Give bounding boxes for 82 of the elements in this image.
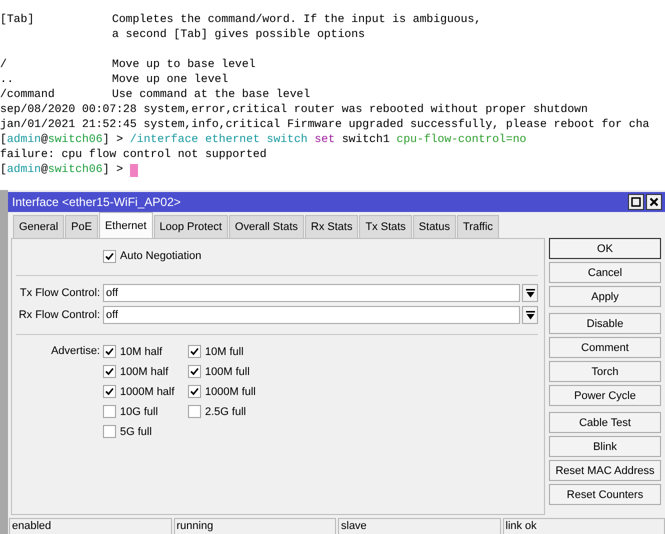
checkbox-label: 1000M half xyxy=(120,386,174,398)
terminal-text: /interface ethernet switch xyxy=(130,133,309,148)
dialog-button[interactable]: Apply xyxy=(549,286,661,307)
checkbox[interactable] xyxy=(103,365,116,378)
checkbox[interactable] xyxy=(188,345,201,358)
dialog-button[interactable]: Cancel xyxy=(549,262,661,283)
checkbox[interactable] xyxy=(188,365,201,378)
dialog-button[interactable]: Reset Counters xyxy=(549,484,661,505)
close-icon[interactable] xyxy=(646,194,662,210)
status-cell: link ok xyxy=(502,518,665,534)
checkbox[interactable] xyxy=(103,250,116,262)
terminal-text: @ xyxy=(41,133,48,148)
terminal-text: [ xyxy=(0,133,7,148)
terminal-text: @ xyxy=(41,163,48,178)
tab[interactable]: Rx Stats xyxy=(304,215,358,238)
tab[interactable]: PoE xyxy=(65,215,98,238)
tab[interactable]: Tx Stats xyxy=(359,215,412,238)
dropdown-button[interactable] xyxy=(522,306,538,324)
terminal-text: set xyxy=(314,133,335,148)
status-cell: enabled xyxy=(9,518,172,534)
command-key: .. xyxy=(0,73,112,88)
status-cell: slave xyxy=(338,518,500,534)
checkbox-label: 10G full xyxy=(120,406,158,418)
status-cell: running xyxy=(174,518,336,534)
terminal-text: switch06 xyxy=(48,133,103,148)
dialog-button[interactable]: Cable Test xyxy=(549,412,661,433)
tab[interactable]: Status xyxy=(412,215,456,238)
help-text: a second [Tab] gives possible options xyxy=(112,28,366,43)
window-title: Interface <ether15-WiFi_AP02> xyxy=(12,195,181,209)
terminal-text: admin xyxy=(6,133,42,148)
dialog-button[interactable]: Torch xyxy=(549,361,661,382)
dialog-button[interactable]: Comment xyxy=(549,337,661,358)
help-text: Move up one level xyxy=(112,73,228,88)
checkbox-label: 100M full xyxy=(205,366,250,378)
checkbox-label: Auto Negotiation xyxy=(120,250,202,262)
dialog-button[interactable]: OK xyxy=(549,238,661,259)
command-key: [Tab] xyxy=(0,13,112,43)
dropdown-button[interactable] xyxy=(522,284,538,302)
dropdown-arrow-icon xyxy=(526,288,534,298)
help-text: Use command at the base level xyxy=(112,88,310,103)
terminal-text: switch1 xyxy=(340,133,391,148)
command-key: / xyxy=(0,58,112,73)
checkbox[interactable] xyxy=(103,345,116,358)
checkbox[interactable] xyxy=(188,385,201,398)
terminal-text: ] > xyxy=(102,133,124,148)
terminal-text: admin xyxy=(6,163,42,178)
checkbox-label: 5G full xyxy=(120,426,152,438)
checkbox[interactable] xyxy=(188,405,201,418)
terminal-text: cpu-flow-control=no xyxy=(396,133,526,148)
field-label: Tx Flow Control: xyxy=(18,287,101,299)
field-label: Rx Flow Control: xyxy=(18,309,101,321)
dropdown-arrow-icon xyxy=(526,310,534,320)
help-text: Completes the command/word. If the input is ambiguous, xyxy=(112,13,482,28)
terminal-text: failure: cpu flow control not supported xyxy=(0,148,267,163)
tab[interactable]: Ethernet xyxy=(98,212,153,238)
dropdown-field[interactable]: off xyxy=(103,284,520,302)
checkbox[interactable] xyxy=(103,405,116,418)
checkbox-label: 10M full xyxy=(205,346,244,358)
help-text: Move up to base level xyxy=(112,58,256,73)
checkbox-label: 100M half xyxy=(120,366,168,378)
checkbox[interactable] xyxy=(103,425,116,438)
tab[interactable]: Traffic xyxy=(456,215,499,238)
terminal-text: sep/08/2020 00:07:28 system,error,critical router was rebooted without proper shutdown xyxy=(0,103,588,118)
checkbox[interactable] xyxy=(103,385,116,398)
tab[interactable]: Loop Protect xyxy=(154,215,228,238)
terminal-text: jan/01/2021 21:52:45 system,info,critical Firmware upgraded successfully, please reboot for cha xyxy=(0,118,650,133)
dialog-button[interactable]: Disable xyxy=(549,313,661,334)
checkbox-label: 10M half xyxy=(120,346,162,358)
tab[interactable]: Overall Stats xyxy=(228,215,304,238)
checkbox-label: 2.5G full xyxy=(205,406,246,418)
terminal-text: switch06 xyxy=(48,163,103,178)
terminal-text: ] > xyxy=(102,163,124,178)
dialog-button[interactable]: Reset MAC Address xyxy=(549,460,661,481)
checkbox-label: 1000M full xyxy=(205,386,256,398)
dropdown-field[interactable]: off xyxy=(103,306,520,324)
field-label: Advertise: xyxy=(50,344,101,357)
dialog-button[interactable]: Power Cycle xyxy=(549,385,661,406)
command-key: /command xyxy=(0,88,112,103)
tab[interactable]: General xyxy=(13,215,64,238)
maximize-icon[interactable] xyxy=(628,194,644,210)
dialog-button[interactable]: Blink xyxy=(549,436,661,457)
terminal-text: [ xyxy=(0,163,7,178)
